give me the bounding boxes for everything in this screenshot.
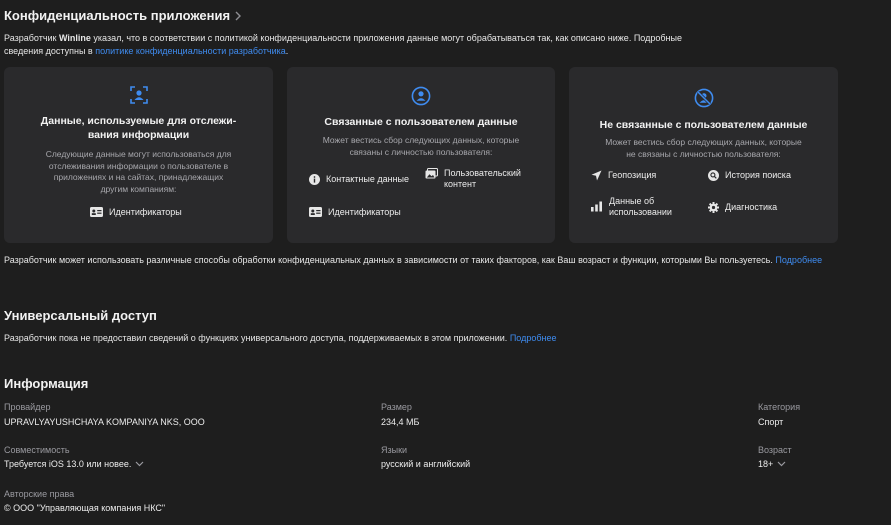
privacy-more-link[interactable]: Подробнее [775,255,822,265]
item-identifiers: Идентификаторы [309,207,401,218]
bar-chart-icon [591,201,602,212]
languages-value: русский и английский [381,459,471,469]
privacy-title[interactable]: Конфиденциальность приложения [4,8,242,23]
size-label: Размер [381,402,412,412]
age-label: Возраст [758,445,792,455]
chevron-down-icon[interactable] [135,461,144,467]
photo-content-icon [425,168,438,179]
compat-value[interactable]: Требуется iOS 13.0 или новее. [4,459,144,469]
id-card-icon [90,207,103,217]
compat-label: Совместимость [4,445,70,455]
card-tracking-data[interactable]: Данные, используемые для отслежи- вания … [4,67,273,243]
age-value[interactable]: 18+ [758,459,786,469]
category-label: Категория [758,402,801,412]
size-value: 234,4 МБ [381,417,420,427]
copyright-value: © ООО "Управляющая компания НКС" [4,503,166,513]
privacy-intro: Разработчик Winline указал, что в соотве… [4,33,682,56]
copyright-label: Авторские права [4,489,75,499]
accessibility-text: Разработчик пока не предоставил сведений… [4,333,557,343]
search-icon [708,170,719,181]
info-icon [309,174,320,185]
category-value: Спорт [758,417,784,427]
item-usage-data: Данные об использовании [591,196,672,218]
provider-label: Провайдер [4,402,51,412]
card-not-linked-data[interactable]: Не связанные с пользователем данные Може… [569,67,838,243]
tracking-scan-icon [129,86,148,104]
item-location: Геопозиция [591,170,656,181]
chevron-right-icon [235,11,242,20]
developer-name: Winline [58,33,91,43]
accessibility-title: Универсальный доступ [4,308,157,323]
person-circle-icon [411,86,431,106]
person-slash-icon [694,88,713,108]
privacy-title-text: Конфиденциальность приложения [4,8,231,23]
gear-icon [708,202,719,213]
chevron-down-icon[interactable] [777,461,786,467]
privacy-policy-link[interactable]: политике конфиденциальности разработчика [95,46,286,56]
id-card-icon [309,207,322,217]
item-identifiers: Идентификаторы [90,207,182,218]
card-linked-data[interactable]: Связанные с пользователем данные Может в… [287,67,555,243]
privacy-footnote: Разработчик может использовать различные… [4,255,823,265]
item-user-content: Пользовательский контент [425,168,521,190]
provider-value: UPRAVLYAYUSHCHAYA KOMPANIYA NKS, OOO [4,417,205,427]
languages-label: Языки [381,445,408,455]
accessibility-more-link[interactable]: Подробнее [510,333,557,343]
info-title: Информация [4,376,89,391]
item-contact-info: Контактные данные [309,174,409,185]
item-diagnostics: Диагностика [708,202,777,213]
location-arrow-icon [591,170,602,181]
item-search-history: История поиска [708,170,791,181]
